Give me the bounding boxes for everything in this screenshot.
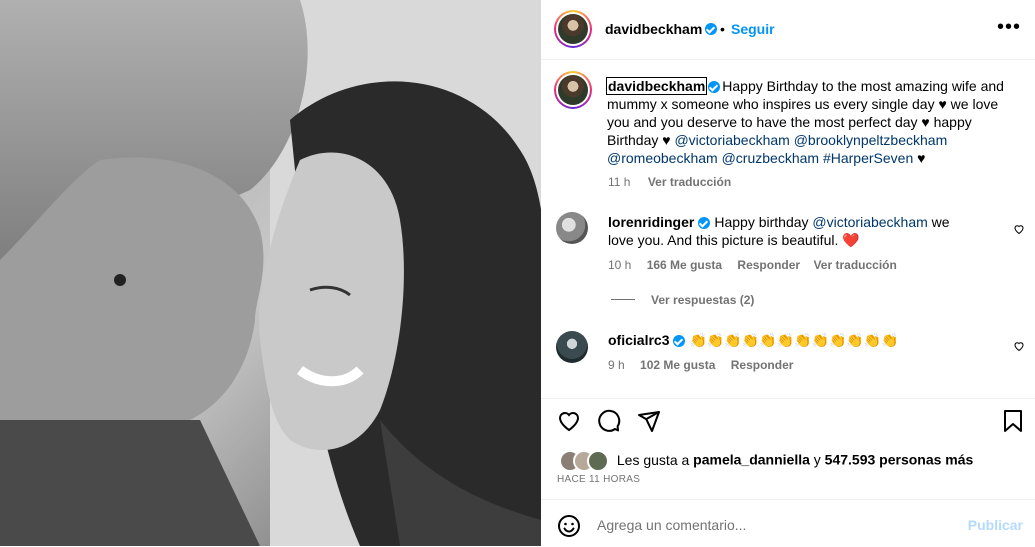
more-options-icon[interactable]: ••• bbox=[997, 17, 1021, 37]
caption-end: ♥ bbox=[913, 150, 926, 166]
likes-summary: Les gusta a pamela_danniella y 547.593 p… bbox=[559, 450, 973, 472]
post-panel: davidbeckham • Seguir ••• davidbeckham Ha… bbox=[541, 0, 1035, 546]
mention-link[interactable]: @brooklynpeltzbeckham bbox=[794, 132, 948, 148]
author-avatar[interactable] bbox=[554, 10, 592, 48]
comment-meta: 10 h 166 Me gusta Responder Ver traducci… bbox=[608, 258, 897, 272]
emoji-icon[interactable] bbox=[557, 514, 581, 538]
post-image bbox=[0, 0, 541, 546]
comment-time[interactable]: 10 h bbox=[608, 258, 631, 272]
post-header: davidbeckham • Seguir ••• bbox=[541, 0, 1035, 60]
like-comment-icon[interactable] bbox=[1013, 340, 1025, 352]
comment-bar: Agrega un comentario... Publicar bbox=[541, 499, 1035, 547]
verified-badge-icon bbox=[705, 23, 717, 35]
comment-body: Happy birthday bbox=[714, 214, 813, 230]
liker-username[interactable]: pamela_danniella bbox=[693, 452, 810, 468]
replies-divider bbox=[611, 299, 635, 300]
commenter-avatar[interactable] bbox=[556, 331, 588, 363]
translate-button[interactable]: Ver traducción bbox=[813, 258, 896, 272]
post-photo[interactable] bbox=[0, 0, 541, 546]
caption-username[interactable]: davidbeckham bbox=[605, 77, 708, 95]
comment-username[interactable]: lorenridinger bbox=[608, 214, 694, 230]
follow-button[interactable]: Seguir bbox=[731, 21, 775, 37]
mention-link[interactable]: @victoriabeckham bbox=[812, 214, 927, 230]
author-username[interactable]: davidbeckham bbox=[605, 21, 702, 37]
share-icon[interactable] bbox=[637, 409, 661, 433]
caption-meta: 11 h Ver traducción bbox=[608, 175, 731, 189]
mention-link[interactable]: @romeobeckham bbox=[607, 150, 718, 166]
mention-link[interactable]: @victoriabeckham bbox=[674, 132, 789, 148]
view-replies-button[interactable]: Ver respuestas (2) bbox=[651, 293, 754, 307]
heart-emoji: ❤️ bbox=[842, 232, 860, 248]
comment-icon[interactable] bbox=[597, 409, 621, 433]
reply-button[interactable]: Responder bbox=[731, 358, 794, 372]
publish-button[interactable]: Publicar bbox=[968, 517, 1023, 533]
caption-translate-button[interactable]: Ver traducción bbox=[648, 175, 731, 189]
caption-text: davidbeckham Happy Birthday to the most a… bbox=[605, 77, 1007, 167]
verified-badge-icon bbox=[708, 81, 721, 94]
likes-prefix: Les gusta a bbox=[616, 451, 694, 468]
comment-likes[interactable]: 166 Me gusta bbox=[647, 258, 722, 272]
like-comment-icon[interactable] bbox=[1013, 223, 1025, 235]
comment-username[interactable]: oficialrc3 bbox=[608, 332, 669, 348]
caption-avatar[interactable] bbox=[554, 71, 592, 109]
commenter-avatar[interactable] bbox=[556, 212, 588, 244]
caption-time[interactable]: 11 h bbox=[608, 175, 630, 189]
comment-meta: 9 h 102 Me gusta Responder bbox=[608, 358, 793, 372]
comment-time[interactable]: 9 h bbox=[608, 358, 625, 372]
action-bar bbox=[541, 398, 1035, 443]
mention-link[interactable]: @cruzbeckham bbox=[722, 150, 819, 166]
liker-avatar bbox=[587, 450, 609, 472]
comment-body: 👏👏👏👏👏👏👏👏👏👏👏👏 bbox=[689, 332, 899, 348]
reply-button[interactable]: Responder bbox=[737, 258, 800, 272]
comment-likes[interactable]: 102 Me gusta bbox=[640, 358, 715, 372]
heart-icon[interactable] bbox=[557, 409, 581, 433]
verified-badge-icon bbox=[698, 217, 711, 230]
likes-count[interactable]: 547.593 personas más bbox=[825, 452, 974, 468]
likes-mid: y bbox=[809, 451, 825, 468]
comment-input[interactable]: Agrega un comentario... bbox=[597, 517, 746, 533]
verified-badge-icon bbox=[673, 335, 686, 348]
bookmark-icon[interactable] bbox=[1002, 409, 1024, 433]
separator-dot: • bbox=[720, 21, 725, 37]
hashtag-link[interactable]: #HarperSeven bbox=[823, 150, 913, 166]
comment-text: oficialrc3 👏👏👏👏👏👏👏👏👏👏👏👏 bbox=[608, 331, 978, 349]
comment-text: lorenridinger Happy birthday @victoriabec… bbox=[608, 213, 978, 249]
post-timestamp[interactable]: HACE 11 HORAS bbox=[557, 474, 640, 485]
